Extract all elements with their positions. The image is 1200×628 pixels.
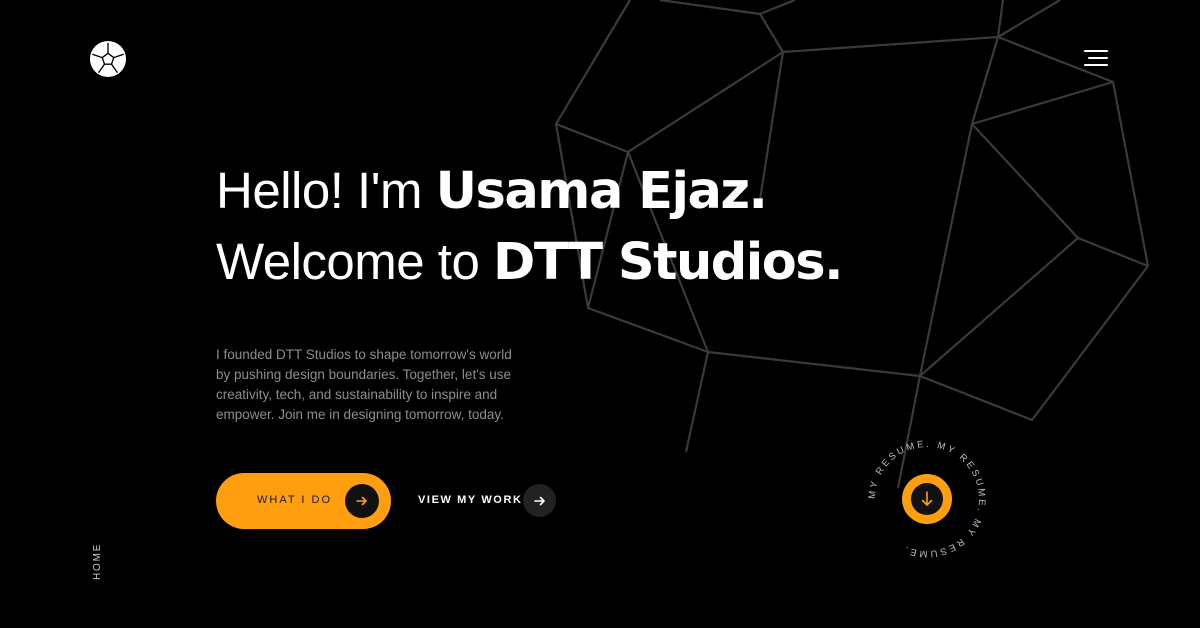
what-i-do-button[interactable]: WHAT I DO — [216, 473, 391, 529]
side-nav-home[interactable]: HOME — [92, 543, 103, 580]
arrow-right-icon — [523, 484, 556, 517]
wireframe-dodecahedron-graphic — [554, 0, 1150, 489]
view-my-work-label: VIEW MY WORK — [418, 494, 523, 506]
arrow-right-icon — [345, 484, 379, 518]
wireframe-edge-lower-right — [919, 237, 1079, 377]
wireframe-edge-right-mid — [971, 123, 1149, 268]
what-i-do-label: WHAT I DO — [257, 494, 333, 506]
wireframe-edge-right-arc — [997, 35, 1150, 267]
hero-name: Usama Ejaz. — [435, 162, 768, 221]
wireframe-edge-right-inner — [971, 80, 1114, 126]
hero-headline: Hello! I'm Usama Ejaz. Welcome to DTT St… — [216, 156, 844, 298]
wireframe-edge-top-left — [758, 0, 796, 53]
hero-line2-light: Welcome to — [216, 233, 493, 290]
wireframe-edge-bottom-right — [919, 265, 1149, 422]
dodecahedron-logo-icon[interactable] — [89, 40, 127, 78]
hero-line1-light: Hello! I'm — [216, 162, 436, 219]
wireframe-edge-left-outer — [554, 0, 631, 154]
wireframe-edge-lower-left — [587, 306, 710, 453]
resume-download-badge[interactable]: MY RESUME. MY RESUME. MY RESUME. — [866, 438, 988, 560]
view-my-work-link[interactable]: VIEW MY WORK — [418, 484, 558, 518]
wireframe-edge-left-upper — [659, 0, 761, 16]
intro-paragraph: I founded DTT Studios to shape tomorrow'… — [216, 347, 512, 422]
wireframe-edge-top — [996, 0, 1005, 38]
wireframe-edge-right-top — [997, 0, 1061, 38]
hamburger-menu-icon[interactable] — [1084, 48, 1112, 70]
hero-studio: DTT Studios. — [493, 233, 844, 292]
landing-page: Hello! I'm Usama Ejaz. Welcome to DTT St… — [0, 0, 1200, 628]
